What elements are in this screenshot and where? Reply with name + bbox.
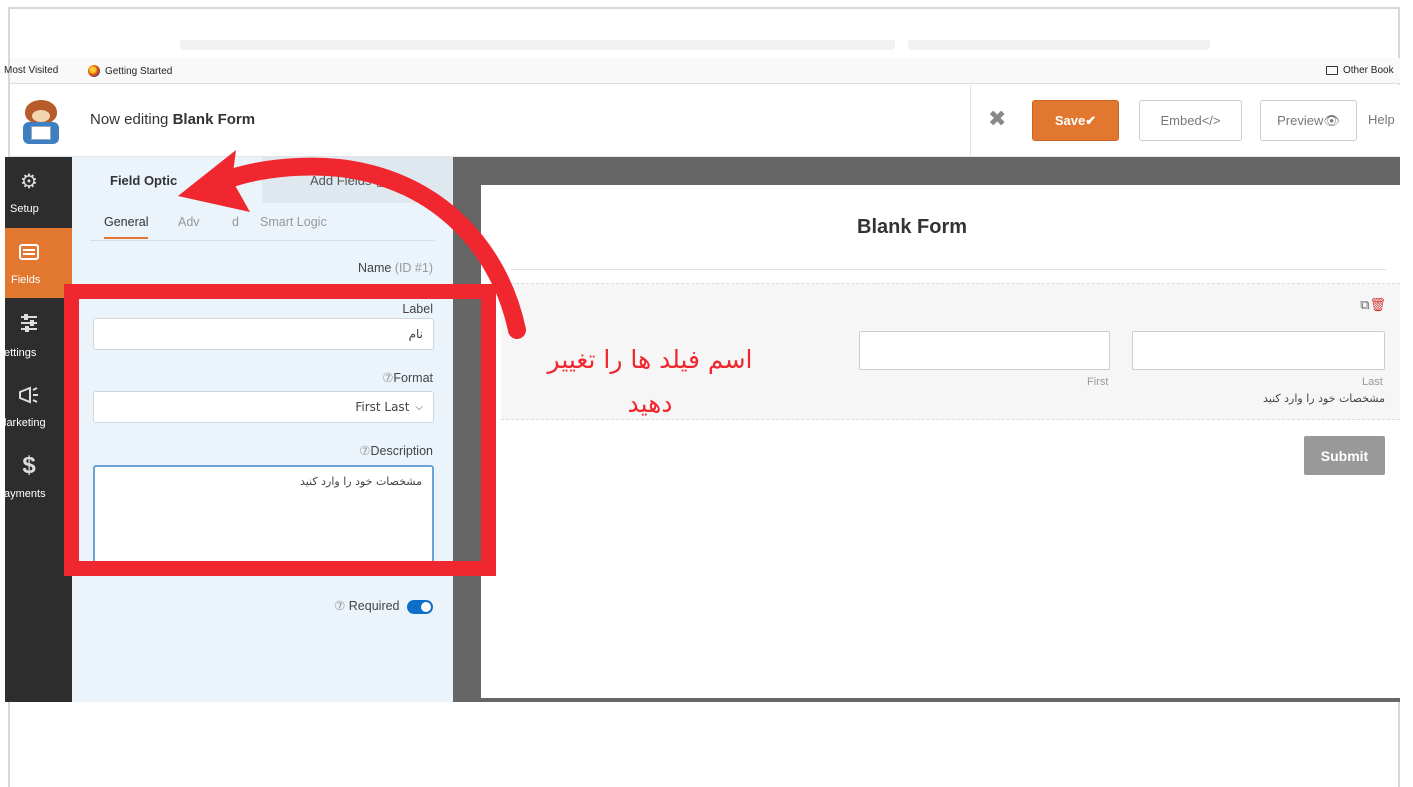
tab-field-options[interactable]: Field Optic: [72, 157, 262, 203]
help-link[interactable]: Help: [1368, 112, 1395, 127]
folder-icon: [1326, 66, 1338, 75]
megaphone-icon: [17, 383, 41, 407]
embed-button[interactable]: Embed</>: [1139, 100, 1242, 141]
sidebar-item-marketing[interactable]: larketing: [4, 371, 72, 441]
form-name: Blank Form: [172, 111, 256, 128]
sidebar-item-fields[interactable]: Fields: [5, 228, 72, 298]
field-option-subtabs: General Adv d Smart Logic: [90, 203, 435, 241]
subtab-general[interactable]: General: [104, 215, 149, 239]
last-name-input[interactable]: [1132, 331, 1385, 370]
required-toggle[interactable]: [407, 599, 433, 614]
close-x-icon[interactable]: ✖: [988, 107, 1006, 132]
field-actions: ⧉🗑: [1360, 298, 1386, 313]
subtab-smart-logic[interactable]: Smart Logic: [260, 215, 327, 229]
first-sublabel: First: [1087, 376, 1109, 388]
highlight-box: [64, 284, 496, 576]
required-caption: Required: [348, 599, 400, 613]
tab-label: Add Fields: [310, 173, 372, 188]
wpforms-logo[interactable]: [10, 85, 72, 157]
bookmark-label: Other Book: [1343, 65, 1394, 76]
address-bar[interactable]: [180, 40, 895, 50]
required-row: ⑦ Required: [334, 598, 433, 614]
save-button[interactable]: Save✔: [1032, 100, 1119, 141]
field-description: مشخصات خود را وارد کنید: [1262, 392, 1385, 405]
annotation-line-2: دهید: [627, 389, 673, 418]
title-divider: [511, 269, 1386, 270]
annotation-text: اسم فیلد ها را تغییر دهید: [515, 338, 785, 426]
sidebar-item-setup[interactable]: ⚙ Setup: [5, 157, 72, 227]
bookmark-other[interactable]: Other Book: [1326, 65, 1394, 76]
sidebar-item-label: ayments: [4, 488, 46, 500]
annotation-line-1: اسم فیلد ها را تغییر: [547, 345, 753, 374]
firefox-icon: [88, 65, 100, 77]
subtab-advanced-tail[interactable]: d: [232, 215, 239, 229]
form-canvas: Blank Form ⧉🗑 First Last مشخصات خود را و…: [481, 185, 1400, 698]
bookmark-getting-started[interactable]: Getting Started: [88, 65, 172, 77]
screenshot-frame: Most Visited Getting Started Other Book …: [0, 0, 1413, 787]
tab-label: Field Optic: [110, 173, 178, 188]
field-type-name: Name: [357, 261, 392, 275]
builder-sidebar: ⚙ Setup Fields ettings larketing $ aymen…: [4, 157, 72, 702]
preview-button[interactable]: Preview👁: [1260, 100, 1357, 141]
form-title: Blank Form: [857, 216, 968, 238]
first-name-input[interactable]: [859, 331, 1110, 370]
header-divider: [970, 85, 971, 157]
sidebar-item-label: ettings: [4, 347, 37, 359]
sidebar-item-label: Setup: [10, 203, 39, 215]
bear-mascot-icon: [19, 98, 63, 144]
fields-list-icon: [17, 240, 41, 264]
editing-prefix: Now editing: [90, 111, 169, 128]
builder-header: Now editing Blank Form ✖ Save✔ Embed</> …: [10, 85, 1400, 157]
last-sublabel: Last: [1362, 376, 1383, 388]
bookmarks-bar: Most Visited Getting Started Other Book: [4, 58, 1400, 84]
field-name-heading: Name (ID #1): [358, 261, 433, 275]
fields-grid-icon: [377, 176, 392, 187]
field-id: (ID #1): [394, 261, 433, 275]
search-bar[interactable]: [908, 40, 1210, 50]
sidebar-item-settings[interactable]: ettings: [4, 299, 72, 369]
sidebar-item-payments[interactable]: $ ayments: [4, 442, 72, 512]
browser-toolbar-remnant: [180, 40, 1210, 50]
sliders-icon: [17, 311, 41, 335]
bookmark-label: Getting Started: [105, 65, 173, 77]
help-icon: ⑦: [334, 599, 346, 613]
sidebar-item-label: larketing: [4, 417, 46, 429]
panel-tabs: Field Optic Add Fields: [72, 157, 453, 203]
submit-button[interactable]: Submit: [1304, 436, 1385, 475]
bookmark-most-visited[interactable]: Most Visited: [4, 65, 58, 76]
editing-title: Now editing Blank Form: [90, 111, 255, 128]
subtab-advanced[interactable]: Adv: [178, 215, 200, 229]
tab-add-fields[interactable]: Add Fields: [262, 157, 453, 203]
bookmark-label: Most Visited: [4, 65, 59, 76]
gear-icon: ⚙: [20, 170, 38, 193]
delete-icon[interactable]: 🗑: [1369, 298, 1386, 313]
sidebar-item-label: Fields: [11, 274, 41, 286]
dollar-icon: $: [22, 452, 36, 479]
